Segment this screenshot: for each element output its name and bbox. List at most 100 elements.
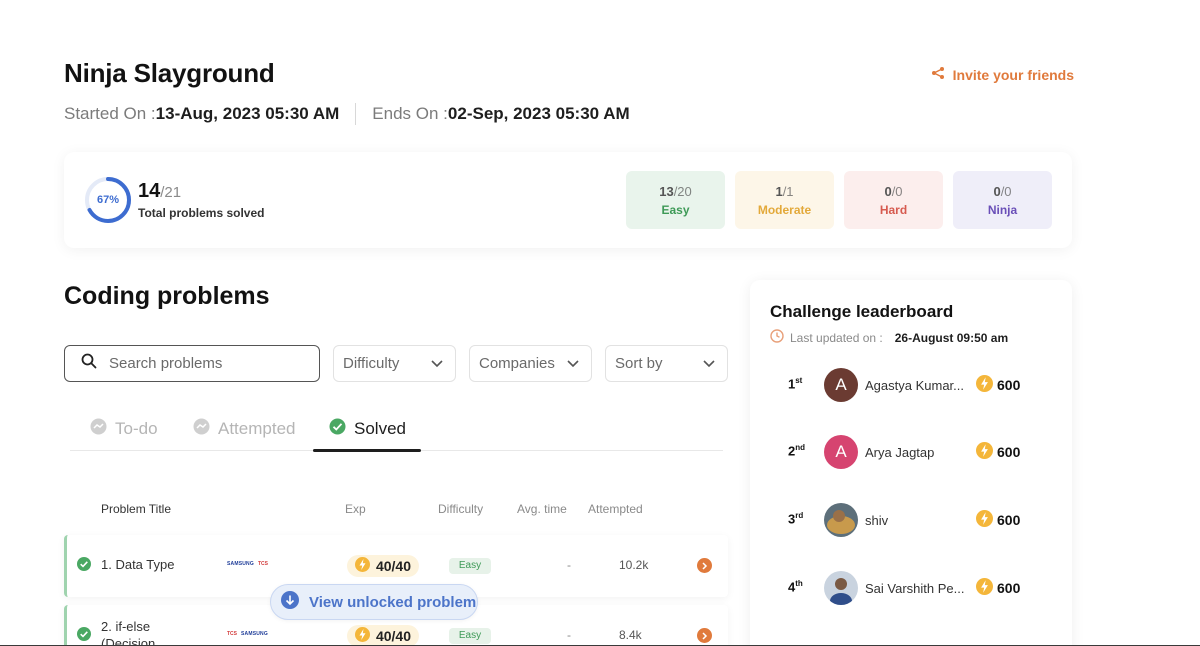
moderate-label: Moderate <box>757 202 812 217</box>
difficulty-badge: Easy <box>449 558 491 574</box>
chevron-right-icon <box>701 557 708 575</box>
score: 600 <box>976 442 1020 462</box>
rank: 3rd <box>788 511 804 527</box>
ends-label: Ends On : <box>372 104 448 123</box>
hard-count: 0 <box>884 183 892 199</box>
company-logo: TCS <box>257 561 268 567</box>
score-value: 600 <box>997 377 1021 393</box>
tab-attempted[interactable]: Attempted <box>193 418 296 440</box>
tab-todo-label: To-do <box>115 419 158 438</box>
attempted-count: 10.2k <box>619 558 649 572</box>
avg-time: - <box>567 628 571 642</box>
ninja-label: Ninja <box>987 202 1018 217</box>
avatar: A <box>824 435 858 469</box>
attempted-icon <box>193 418 210 440</box>
column-header-attempted: Attempted <box>588 502 643 516</box>
solved-check-icon <box>77 557 91 576</box>
score-value: 600 <box>997 444 1021 460</box>
lightning-icon <box>976 510 993 530</box>
progress-percent: 67% <box>96 194 120 206</box>
avatar <box>824 503 858 537</box>
company-logo: SAMSUNG <box>227 561 254 567</box>
hard-total: /0 <box>891 183 903 199</box>
difficulty-hard: 0/0 Hard <box>844 171 943 229</box>
exp-badge: 40/40 <box>347 625 419 646</box>
leaderboard-entry[interactable]: 1st A Agastya Kumar... 600 <box>788 368 1048 402</box>
company-logos: SAMSUNG TCS <box>227 561 268 567</box>
invite-friends-button[interactable]: Invite your friends <box>931 66 1074 83</box>
solved-count: 14/21 <box>138 180 181 203</box>
search-input[interactable] <box>109 355 299 372</box>
clock-icon <box>770 329 784 346</box>
score: 600 <box>976 375 1020 395</box>
score-value: 600 <box>997 580 1021 596</box>
hard-label: Hard <box>879 202 908 217</box>
chevron-down-icon <box>567 355 579 372</box>
user-name: Arya Jagtap <box>865 445 935 460</box>
easy-total: /20 <box>673 183 692 199</box>
challenge-header: Ninja Slayground Started On : 13-Aug, 20… <box>64 58 1074 125</box>
problem-title[interactable]: 2. if-else <box>101 619 150 634</box>
unlock-label: View unlocked problem <box>309 593 477 611</box>
companies-dropdown[interactable]: Companies <box>469 345 592 382</box>
avatar: A <box>824 368 858 402</box>
tab-todo[interactable]: To-do <box>90 418 158 440</box>
search-box[interactable] <box>64 345 320 382</box>
problem-title[interactable]: 1. Data Type <box>101 557 174 572</box>
rank: 4th <box>788 579 803 595</box>
difficulty-dropdown[interactable]: Difficulty <box>333 345 456 382</box>
tab-solved-label: Solved <box>354 419 406 438</box>
attempted-count: 8.4k <box>619 628 642 642</box>
difficulty-ninja: 0/0 Ninja <box>953 171 1052 229</box>
view-unlocked-problem-button[interactable]: View unlocked problem <box>270 584 478 620</box>
difficulty-dropdown-label: Difficulty <box>343 355 400 372</box>
lightning-icon <box>976 375 993 395</box>
solved-total: /21 <box>160 184 182 201</box>
page-title: Ninja Slayground <box>64 58 275 88</box>
ninja-total: /0 <box>1000 183 1012 199</box>
open-problem-button[interactable] <box>697 558 712 573</box>
leaderboard-entry[interactable]: 2nd A Arya Jagtap 600 <box>788 435 1048 469</box>
avatar <box>824 571 858 605</box>
user-name: Agastya Kumar... <box>865 378 964 393</box>
column-header-exp: Exp <box>345 502 366 516</box>
check-circle-icon <box>329 418 346 440</box>
sort-dropdown[interactable]: Sort by <box>605 345 728 382</box>
score: 600 <box>976 510 1020 530</box>
company-logo: SAMSUNG <box>241 631 268 637</box>
solved-check-icon <box>77 627 91 646</box>
companies-dropdown-label: Companies <box>479 355 555 372</box>
tab-solved[interactable]: Solved <box>329 418 406 440</box>
avg-time: - <box>567 558 571 572</box>
difficulty-badge: Easy <box>449 628 491 644</box>
sort-dropdown-label: Sort by <box>615 355 663 372</box>
exp-value: 40/40 <box>375 628 412 644</box>
active-tab-indicator <box>313 449 421 452</box>
lightning-icon <box>976 442 993 462</box>
easy-count: 13 <box>659 183 674 199</box>
chevron-down-icon <box>703 355 715 372</box>
company-logo: TCS <box>227 631 237 637</box>
column-header-title: Problem Title <box>101 502 172 516</box>
difficulty-moderate: 1/1 Moderate <box>735 171 834 229</box>
section-title: Coding problems <box>64 282 270 310</box>
rank: 2nd <box>788 443 806 459</box>
solved-number: 14 <box>138 180 161 202</box>
ends-value: 02-Sep, 2023 05:30 AM <box>447 104 630 123</box>
user-name: shiv <box>865 513 889 528</box>
company-logos: TCS SAMSUNG <box>227 631 268 637</box>
leaderboard-updated: Last updated on : 26-August 09:50 am <box>770 329 1008 346</box>
chevron-right-icon <box>701 627 708 645</box>
exp-value: 40/40 <box>375 558 412 574</box>
rank: 1st <box>788 376 803 392</box>
challenge-dates: Started On : 13-Aug, 2023 05:30 AM Ends … <box>64 103 1074 125</box>
challenge-leaderboard: Challenge leaderboard Last updated on : … <box>750 280 1072 646</box>
chevron-down-icon <box>431 355 443 372</box>
date-divider <box>355 103 357 125</box>
score-value: 600 <box>997 512 1021 528</box>
leaderboard-entry[interactable]: 4th Sai Varshith Pe... 600 <box>788 571 1048 605</box>
open-problem-button[interactable] <box>697 628 712 643</box>
difficulty-easy: 13/20 Easy <box>626 171 725 229</box>
exp-badge: 40/40 <box>347 555 419 577</box>
leaderboard-entry[interactable]: 3rd shiv 600 <box>788 503 1048 537</box>
